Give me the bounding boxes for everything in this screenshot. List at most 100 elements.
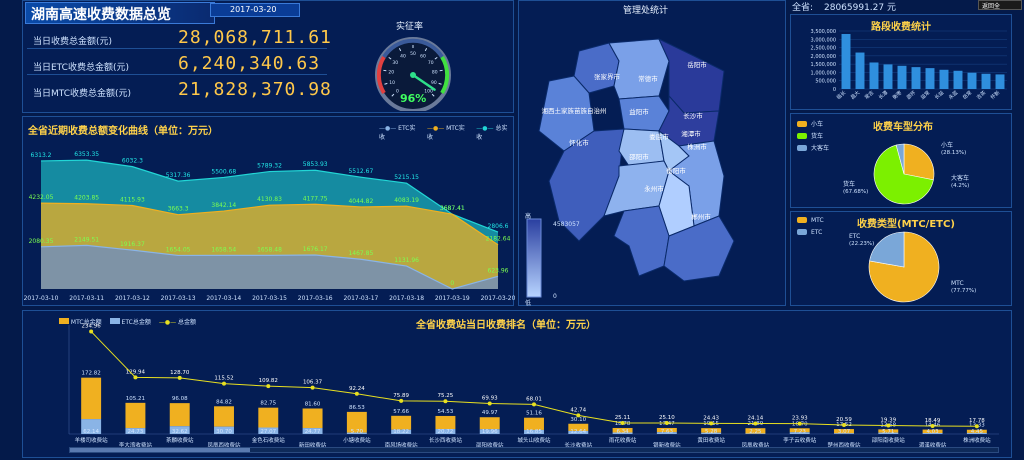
map-city-label[interactable]: 湘潭市 (681, 129, 701, 138)
trend-x-tick-label: 2017-03-15 (252, 295, 287, 302)
vehicle-panel: 收费车型分布 小车 货车 大客车 小车 (28.13%) 货车 (67.68%) 大客车 (4.… (790, 113, 1012, 208)
ranking-scrollbar-thumb[interactable] (70, 448, 250, 452)
road-bar[interactable] (911, 67, 921, 89)
paytype-legend-swatch[interactable] (797, 217, 807, 223)
etc-data-label: 1131.96 (394, 257, 419, 264)
ranking-scrollbar[interactable] (69, 447, 999, 453)
map-city-label[interactable]: 张家界市 (594, 72, 621, 81)
road-bar[interactable] (995, 74, 1005, 89)
ranking-etc-label: 5.71 (882, 429, 894, 435)
ranking-mtc-bar[interactable] (258, 407, 279, 428)
ranking-mtc-bar[interactable] (391, 415, 412, 430)
ranking-total-point[interactable] (133, 375, 138, 380)
ranking-total-point[interactable] (709, 421, 714, 426)
vehicle-legend-swatch[interactable] (797, 133, 807, 139)
paytype-legend-swatch[interactable] (797, 229, 807, 235)
road-bar[interactable] (897, 65, 907, 89)
map-city-label[interactable]: 郴州市 (691, 212, 711, 221)
ranking-total-point[interactable] (177, 375, 182, 380)
ranking-mtc-label: 51.16 (526, 411, 542, 417)
map-city-label[interactable]: 湘西土家族苗族自治州 (542, 106, 607, 115)
ranking-mtc-bar[interactable] (302, 408, 323, 429)
ranking-mtc-label: 30.10 (570, 417, 586, 423)
map-city-label[interactable]: 益阳市 (629, 107, 649, 116)
map-city-label[interactable]: 岳阳市 (687, 60, 707, 69)
road-bar[interactable] (855, 52, 865, 89)
ranking-mtc-bar[interactable] (169, 403, 190, 427)
ranking-mtc-label: 82.75 (260, 401, 276, 407)
map-city-label[interactable]: 娄底市 (649, 132, 669, 141)
ranking-total-point[interactable] (930, 423, 935, 428)
vehicle-legend-swatch[interactable] (797, 145, 807, 151)
map-scale-max: 4583057 (553, 221, 580, 228)
ranking-mtc-bar[interactable] (435, 415, 456, 430)
vehicle-slice-name: 小车 (941, 141, 953, 149)
ranking-total-point[interactable] (222, 381, 226, 386)
ranking-total-point[interactable] (399, 398, 404, 403)
ranking-total-label: 234.96 (82, 324, 102, 330)
paytype-pie-chart: MTCETCMTC(77.77%)ETC(22.23%) (797, 217, 976, 303)
road-bar[interactable] (981, 73, 991, 89)
ranking-etc-label: 5.28 (705, 429, 718, 435)
road-bar[interactable] (939, 69, 949, 89)
ranking-total-point[interactable] (620, 421, 625, 426)
mtc-data-label: 3842.14 (211, 202, 236, 209)
ranking-total-point[interactable] (532, 402, 536, 407)
etc-data-label: 1658.54 (211, 246, 236, 253)
road-bar[interactable] (925, 68, 935, 89)
map-city-label[interactable]: 株洲市 (687, 142, 707, 151)
ranking-etc-label: 32.62 (172, 429, 188, 435)
road-bar[interactable] (883, 64, 893, 89)
ranking-total-label: 18.49 (925, 418, 941, 424)
ranking-total-point[interactable] (266, 384, 271, 389)
vehicle-pie-chart: 小车货车大客车 小车(28.13%)货车(67.68%)大客车(4.2%) (797, 120, 969, 205)
ranking-total-point[interactable] (354, 391, 359, 396)
vehicle-slice-pct: (28.13%) (941, 150, 966, 156)
ranking-total-label: 92.24 (349, 386, 365, 392)
ranking-total-point[interactable] (310, 385, 315, 390)
trend-x-tick-label: 2017-03-13 (161, 295, 196, 302)
road-bar[interactable] (869, 62, 879, 89)
ranking-total-point[interactable] (753, 421, 758, 426)
vehicle-slice-pct: (4.2%) (951, 183, 969, 189)
map-city-label[interactable]: 永州市 (644, 184, 664, 193)
ranking-total-point[interactable] (487, 401, 492, 406)
road-x-tick-label: 邵怀 (905, 89, 917, 101)
map-city-label[interactable]: 衡阳市 (666, 166, 686, 175)
ranking-etc-label: 7.23 (794, 429, 807, 435)
ranking-mtc-bar[interactable] (125, 402, 146, 429)
road-bar[interactable] (841, 33, 851, 89)
ranking-etc-label: 24.73 (128, 429, 144, 435)
mtc-data-label: 4232.05 (29, 194, 54, 201)
ranking-mtc-bar[interactable] (81, 377, 102, 420)
road-x-tick-label: 昌大 (849, 89, 861, 101)
ranking-total-point[interactable] (974, 424, 979, 429)
ranking-total-point[interactable] (797, 421, 802, 426)
ranking-total-point[interactable] (443, 399, 448, 404)
road-bar[interactable] (967, 72, 977, 89)
map-city-label[interactable]: 长沙市 (683, 111, 703, 120)
ranking-total-point[interactable] (664, 421, 669, 426)
ranking-mtc-bar[interactable] (479, 417, 500, 430)
ranking-total-label: 25.10 (659, 415, 675, 421)
gauge-tick-label: 30 (392, 60, 398, 66)
road-bar[interactable] (953, 70, 963, 89)
ranking-total-point[interactable] (886, 423, 891, 428)
paytype-slice[interactable] (869, 231, 905, 268)
vehicle-slice[interactable] (903, 143, 935, 181)
summary-label-etc: 当日ETC收费总金额(元) (33, 63, 129, 73)
vehicle-legend-swatch[interactable] (797, 121, 807, 127)
map-scale-low: 低 (525, 300, 532, 307)
map-city-label[interactable]: 怀化市 (569, 138, 589, 147)
map-city-label[interactable]: 邵阳市 (629, 152, 649, 161)
map-panel: 管理处统计 张家界市 常德市 岳阳市 湘西土家族苗族自治州 益阳市 长沙市 怀化市 娄底市 湘潭… (518, 0, 786, 307)
ranking-total-point[interactable] (842, 423, 846, 428)
ranking-total-label: 24.43 (703, 415, 719, 421)
gauge-tick-label: 0 (396, 89, 399, 95)
road-y-tick-label: 3,000,000 (811, 37, 836, 43)
ranking-total-point[interactable] (89, 329, 94, 334)
mtc-data-label: 2182.64 (486, 236, 511, 243)
map-city-label[interactable]: 常德市 (638, 74, 658, 83)
ranking-total-point[interactable] (576, 413, 581, 418)
ranking-mtc-bar[interactable] (214, 406, 234, 427)
